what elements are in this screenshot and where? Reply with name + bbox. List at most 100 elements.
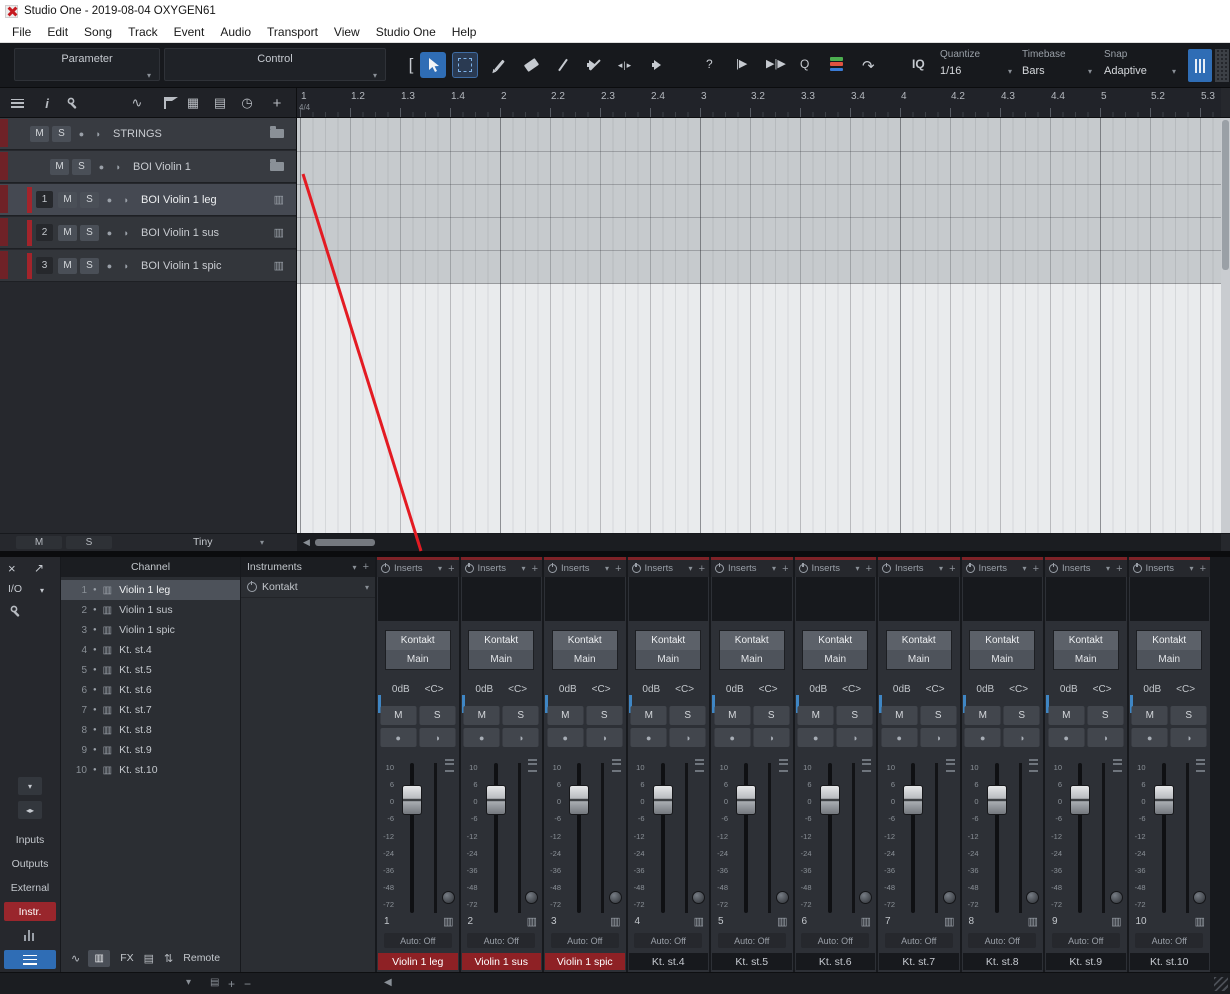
record-arm-button[interactable]: ●: [797, 728, 834, 747]
monitor-button[interactable]: ◑: [118, 225, 133, 241]
pan-value[interactable]: <C>: [1093, 684, 1112, 695]
pan-value[interactable]: <C>: [842, 684, 861, 695]
snap-value[interactable]: Adaptive: [1104, 65, 1147, 77]
device-name[interactable]: Kontakt: [636, 631, 701, 650]
fader-handle[interactable]: [1070, 785, 1090, 815]
gain-value[interactable]: 0dB: [976, 684, 994, 695]
mute-button[interactable]: M: [1131, 706, 1168, 725]
channel-active-dot[interactable]: ●: [93, 587, 97, 593]
remote-button[interactable]: Remote: [183, 952, 220, 964]
monitor-button[interactable]: ◑: [753, 728, 790, 747]
channel-name[interactable]: Kt. st.9: [1046, 953, 1126, 970]
console-list-button[interactable]: [4, 950, 56, 969]
channel-name[interactable]: Kt. st.5: [712, 953, 792, 970]
device-name[interactable]: Kontakt: [1137, 631, 1202, 650]
chevron-down-icon[interactable]: ▾: [772, 564, 776, 573]
chevron-down-icon[interactable]: ▾: [1190, 564, 1194, 573]
scroll-left-icon[interactable]: ◀: [384, 977, 392, 988]
automation-wave-icon[interactable]: ∿: [71, 952, 80, 965]
volume-fader[interactable]: [652, 763, 673, 913]
record-arm-button[interactable]: ●: [630, 728, 667, 747]
fx-filter-button[interactable]: FX: [120, 952, 133, 964]
device-name[interactable]: Kontakt: [970, 631, 1035, 650]
fader-handle[interactable]: [736, 785, 756, 815]
pan-knob[interactable]: [608, 891, 622, 904]
mute-button[interactable]: M: [547, 706, 584, 725]
keyboard-icon[interactable]: ▥: [527, 915, 537, 928]
pan-knob[interactable]: [441, 891, 455, 904]
add-insert-button[interactable]: +: [1033, 563, 1039, 575]
keyboard-icon[interactable]: ▥: [1028, 915, 1038, 928]
listen-tool-button[interactable]: [645, 52, 671, 78]
inserts-list[interactable]: [795, 577, 875, 621]
solo-button[interactable]: S: [1003, 706, 1040, 725]
add-insert-button[interactable]: +: [782, 563, 788, 575]
close-icon[interactable]: ×: [8, 561, 16, 576]
channel-name[interactable]: Violin 1 leg: [378, 953, 458, 970]
grid-view-icon[interactable]: ▦: [184, 95, 202, 111]
instrument-track-row[interactable]: 1 M S ● ◑ BOI Violin 1 leg ▥: [0, 184, 296, 216]
meter-options-icon[interactable]: [1029, 759, 1038, 772]
volume-fader[interactable]: [903, 763, 923, 913]
record-arm-button[interactable]: ●: [1131, 728, 1168, 747]
layers-icon[interactable]: ▤: [211, 95, 229, 111]
automation-mode-button[interactable]: Auto: Off: [634, 933, 703, 948]
mute-tool-button[interactable]: [580, 52, 606, 78]
marker-flag-icon[interactable]: [156, 95, 178, 111]
chevron-down-icon[interactable]: ▾: [1172, 67, 1176, 76]
automation-mode-button[interactable]: Auto: Off: [1051, 933, 1120, 948]
device-output[interactable]: Main: [1053, 650, 1118, 669]
mute-button[interactable]: M: [58, 224, 77, 241]
keyboard-icon[interactable]: ▥: [944, 915, 954, 928]
pan-value[interactable]: <C>: [926, 684, 945, 695]
meter-options-icon[interactable]: [528, 759, 537, 772]
eraser-tool-button[interactable]: [518, 52, 544, 78]
instrument-output-box[interactable]: Kontakt Main: [885, 630, 952, 670]
channel-name[interactable]: Kt. st.6: [795, 953, 875, 970]
menu-item-edit[interactable]: Edit: [39, 23, 76, 41]
channel-active-dot[interactable]: ●: [93, 767, 97, 773]
chevron-down-icon[interactable]: ▾: [353, 563, 357, 572]
sort-icon[interactable]: ⇅: [164, 952, 173, 965]
record-arm-button[interactable]: ●: [102, 225, 117, 241]
console-wrench-icon[interactable]: [10, 605, 23, 621]
record-arm-button[interactable]: ●: [74, 126, 89, 142]
device-output[interactable]: Main: [1137, 650, 1202, 669]
record-arm-button[interactable]: ●: [463, 728, 500, 747]
instrument-output-box[interactable]: Kontakt Main: [384, 630, 451, 670]
monitor-button[interactable]: ◑: [586, 728, 623, 747]
track-list-menu-icon[interactable]: [8, 95, 26, 111]
inserts-list[interactable]: [378, 577, 458, 621]
volume-fader[interactable]: [1070, 763, 1090, 913]
device-name[interactable]: Kontakt: [886, 631, 951, 650]
gain-value[interactable]: 0dB: [642, 684, 660, 695]
inserts-list[interactable]: [962, 577, 1042, 621]
mute-button[interactable]: M: [50, 158, 69, 175]
automation-mode-button[interactable]: Auto: Off: [1135, 933, 1204, 948]
device-name[interactable]: Kontakt: [385, 631, 450, 650]
channel-list-row[interactable]: 2 ● ▥ Violin 1 sus: [61, 600, 240, 620]
add-instrument-button[interactable]: +: [363, 561, 369, 573]
fader-handle[interactable]: [402, 785, 422, 815]
channel-name[interactable]: Kt. st.8: [962, 953, 1042, 970]
inserts-list[interactable]: [1046, 577, 1126, 621]
gain-value[interactable]: 0dB: [1143, 684, 1161, 695]
record-arm-button[interactable]: ●: [102, 258, 117, 274]
console-nav-instr[interactable]: Instr.: [4, 902, 56, 921]
monitor-button[interactable]: ◑: [836, 728, 873, 747]
add-track-button[interactable]: +: [268, 95, 286, 112]
pan-knob[interactable]: [942, 891, 956, 904]
monitor-button[interactable]: ◑: [1170, 728, 1207, 747]
instrument-track-row[interactable]: 3 M S ● ◑ BOI Violin 1 spic ▥: [0, 250, 296, 282]
solo-button[interactable]: S: [836, 706, 873, 725]
folder-icon[interactable]: [270, 126, 284, 138]
solo-button[interactable]: S: [80, 257, 99, 274]
meter-options-icon[interactable]: [945, 759, 955, 772]
device-output[interactable]: Main: [469, 650, 534, 669]
arrow-tool-button[interactable]: [420, 52, 446, 78]
menu-item-view[interactable]: View: [326, 23, 368, 41]
keyboard-icon[interactable]: ▥: [861, 915, 871, 928]
keyboard-icon[interactable]: ▥: [1195, 915, 1205, 928]
paint-tool-button[interactable]: [550, 52, 576, 78]
monitor-button[interactable]: ◑: [920, 728, 957, 747]
